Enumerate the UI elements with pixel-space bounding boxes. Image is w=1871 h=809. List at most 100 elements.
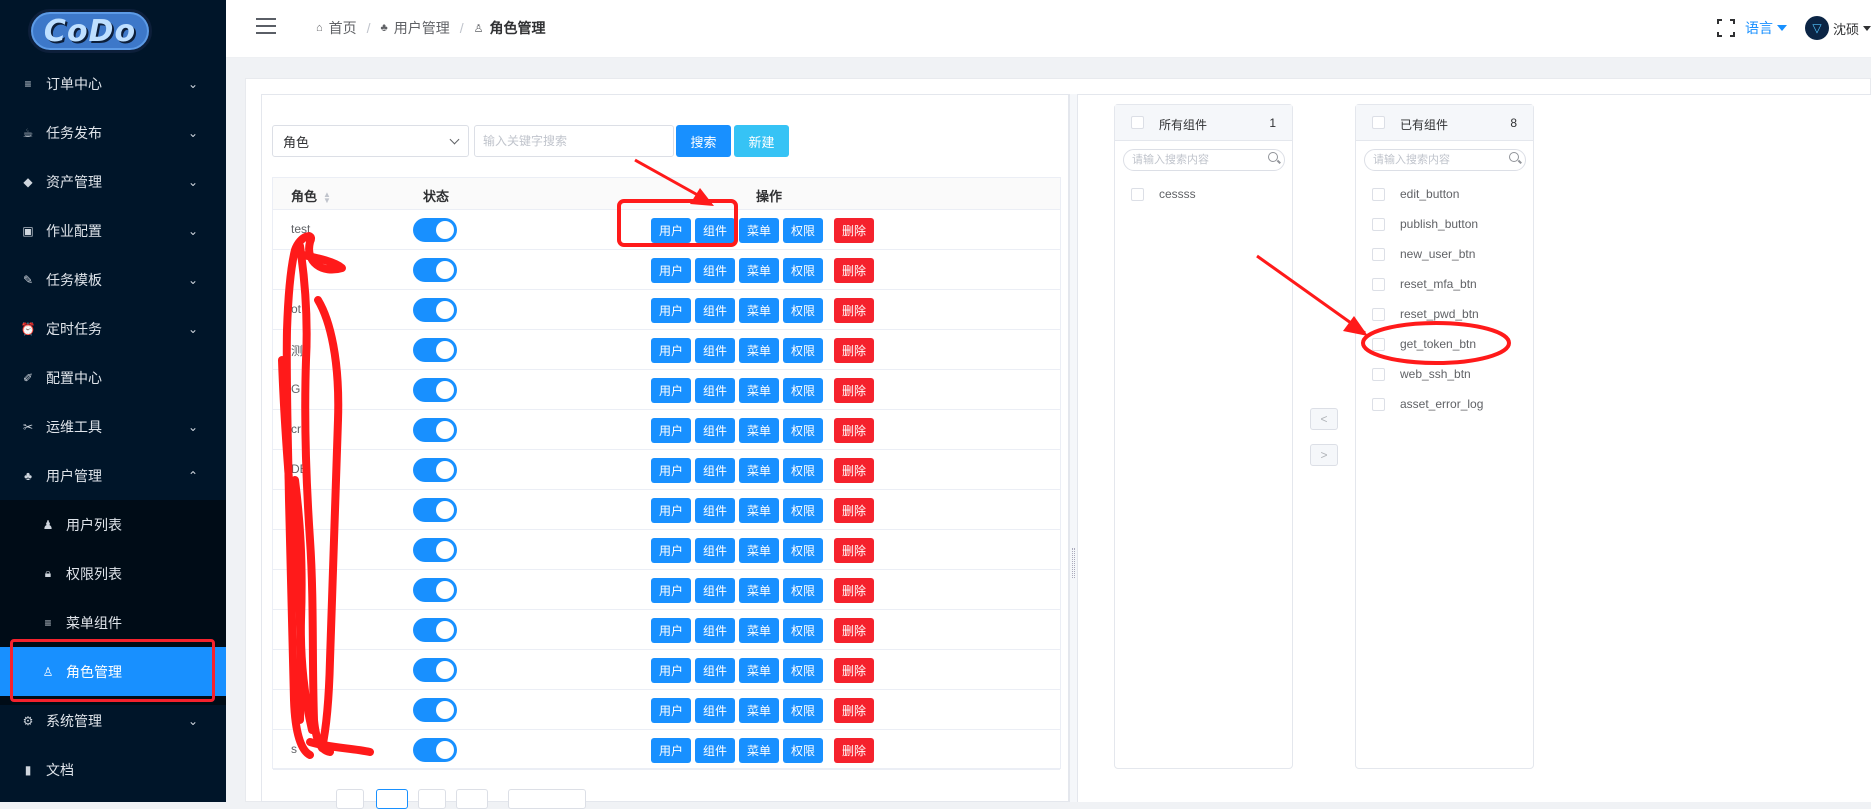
column-header-role[interactable]: 角色 ▲ ▼	[291, 186, 331, 205]
status-toggle[interactable]	[413, 658, 457, 682]
item-checkbox[interactable]	[1372, 367, 1385, 381]
component-button[interactable]: 组件	[695, 298, 735, 323]
pagination-page[interactable]	[418, 789, 446, 809]
menu-button[interactable]: 菜单	[739, 738, 779, 763]
menu-button[interactable]: 菜单	[739, 418, 779, 443]
status-toggle[interactable]	[413, 538, 457, 562]
sidebar-item-docs[interactable]: ▮ 文档	[0, 745, 226, 794]
permission-button[interactable]: 权限	[783, 258, 823, 283]
permission-button[interactable]: 权限	[783, 618, 823, 643]
user-button[interactable]: 用户	[651, 538, 691, 563]
status-toggle[interactable]	[413, 738, 457, 762]
status-toggle[interactable]	[413, 258, 457, 282]
delete-button[interactable]: 删除	[834, 258, 874, 283]
sidebar-item-job-config[interactable]: ▣ 作业配置 ⌄	[0, 206, 226, 255]
menu-button[interactable]: 菜单	[739, 258, 779, 283]
search-button[interactable]: 搜索	[676, 125, 731, 157]
new-role-button[interactable]: 新建	[734, 125, 789, 157]
permission-button[interactable]: 权限	[783, 578, 823, 603]
delete-button[interactable]: 删除	[834, 738, 874, 763]
sidebar-item-ops-tools[interactable]: ✂ 运维工具 ⌄	[0, 402, 226, 451]
component-button[interactable]: 组件	[695, 538, 735, 563]
sidebar-item-system[interactable]: ⚙ 系统管理 ⌄	[0, 696, 226, 745]
transfer-item[interactable]: publish_button	[1372, 214, 1478, 234]
transfer-item[interactable]: cessss	[1131, 184, 1196, 204]
pagination-next[interactable]	[456, 789, 488, 809]
user-button[interactable]: 用户	[651, 298, 691, 323]
delete-button[interactable]: 删除	[834, 418, 874, 443]
sort-icon[interactable]: ▲ ▼	[323, 190, 331, 204]
status-toggle[interactable]	[413, 298, 457, 322]
menu-button[interactable]: 菜单	[739, 658, 779, 683]
move-right-button[interactable]: >	[1310, 444, 1338, 466]
sidebar-item-orders[interactable]: ≡ 订单中心 ⌄	[0, 59, 226, 108]
permission-button[interactable]: 权限	[783, 378, 823, 403]
user-button[interactable]: 用户	[651, 458, 691, 483]
menu-button[interactable]: 菜单	[739, 338, 779, 363]
transfer-item[interactable]: web_ssh_btn	[1372, 364, 1471, 384]
component-button[interactable]: 组件	[695, 338, 735, 363]
pagination-prev[interactable]	[336, 789, 364, 809]
move-left-button[interactable]: <	[1310, 408, 1338, 430]
transfer-item[interactable]: reset_mfa_btn	[1372, 274, 1477, 294]
select-all-checkbox[interactable]	[1372, 116, 1385, 129]
user-button[interactable]: 用户	[651, 658, 691, 683]
menu-button[interactable]: 菜单	[739, 458, 779, 483]
menu-button[interactable]: 菜单	[739, 618, 779, 643]
component-button[interactable]: 组件	[695, 658, 735, 683]
transfer-item[interactable]: edit_button	[1372, 184, 1459, 204]
component-button[interactable]: 组件	[695, 378, 735, 403]
delete-button[interactable]: 删除	[834, 538, 874, 563]
status-toggle[interactable]	[413, 498, 457, 522]
permission-button[interactable]: 权限	[783, 498, 823, 523]
component-button[interactable]: 组件	[695, 578, 735, 603]
permission-button[interactable]: 权限	[783, 458, 823, 483]
user-button[interactable]: 用户	[651, 418, 691, 443]
user-button[interactable]: 用户	[651, 618, 691, 643]
transfer-item[interactable]: new_user_btn	[1372, 244, 1475, 264]
avatar[interactable]: ▽	[1804, 16, 1829, 40]
delete-button[interactable]: 删除	[834, 378, 874, 403]
select-all-checkbox[interactable]	[1131, 116, 1144, 129]
status-toggle[interactable]	[413, 338, 457, 362]
component-button[interactable]: 组件	[695, 618, 735, 643]
language-dropdown[interactable]: 语言	[1745, 18, 1773, 38]
sidebar-item-user-list[interactable]: ♟ 用户列表	[0, 500, 226, 549]
component-button[interactable]: 组件	[695, 218, 735, 243]
item-checkbox[interactable]	[1372, 187, 1385, 201]
transfer-item[interactable]: reset_pwd_btn	[1372, 304, 1479, 324]
permission-button[interactable]: 权限	[783, 538, 823, 563]
user-button[interactable]: 用户	[651, 578, 691, 603]
status-toggle[interactable]	[413, 618, 457, 642]
delete-button[interactable]: 删除	[834, 698, 874, 723]
pagination-page[interactable]	[376, 789, 408, 809]
hamburger-icon[interactable]	[256, 18, 276, 39]
menu-button[interactable]: 菜单	[739, 298, 779, 323]
delete-button[interactable]: 删除	[834, 338, 874, 363]
menu-button[interactable]: 菜单	[739, 378, 779, 403]
transfer-search-input[interactable]	[1123, 149, 1285, 171]
sidebar-item-config-center[interactable]: ✐ 配置中心	[0, 353, 226, 402]
item-checkbox[interactable]	[1372, 247, 1385, 261]
fullscreen-icon[interactable]	[1715, 18, 1736, 38]
component-button[interactable]: 组件	[695, 258, 735, 283]
breadcrumb-user-management[interactable]: 用户管理	[394, 18, 450, 38]
permission-button[interactable]: 权限	[783, 658, 823, 683]
item-checkbox[interactable]	[1372, 307, 1385, 321]
delete-button[interactable]: 删除	[834, 578, 874, 603]
user-button[interactable]: 用户	[651, 258, 691, 283]
component-button[interactable]: 组件	[695, 738, 735, 763]
menu-button[interactable]: 菜单	[739, 578, 779, 603]
status-toggle[interactable]	[413, 458, 457, 482]
delete-button[interactable]: 删除	[834, 458, 874, 483]
delete-button[interactable]: 删除	[834, 298, 874, 323]
item-checkbox[interactable]	[1372, 397, 1385, 411]
sidebar-item-task-publish[interactable]: ☕ 任务发布 ⌄	[0, 108, 226, 157]
logo[interactable]: CoDo	[0, 0, 226, 62]
user-button[interactable]: 用户	[651, 218, 691, 243]
sidebar-item-permission-list[interactable]: 🔒︎ 权限列表	[0, 549, 226, 598]
item-checkbox[interactable]	[1131, 187, 1144, 201]
item-checkbox[interactable]	[1372, 337, 1385, 351]
username[interactable]: 沈硕	[1833, 19, 1859, 38]
status-toggle[interactable]	[413, 418, 457, 442]
